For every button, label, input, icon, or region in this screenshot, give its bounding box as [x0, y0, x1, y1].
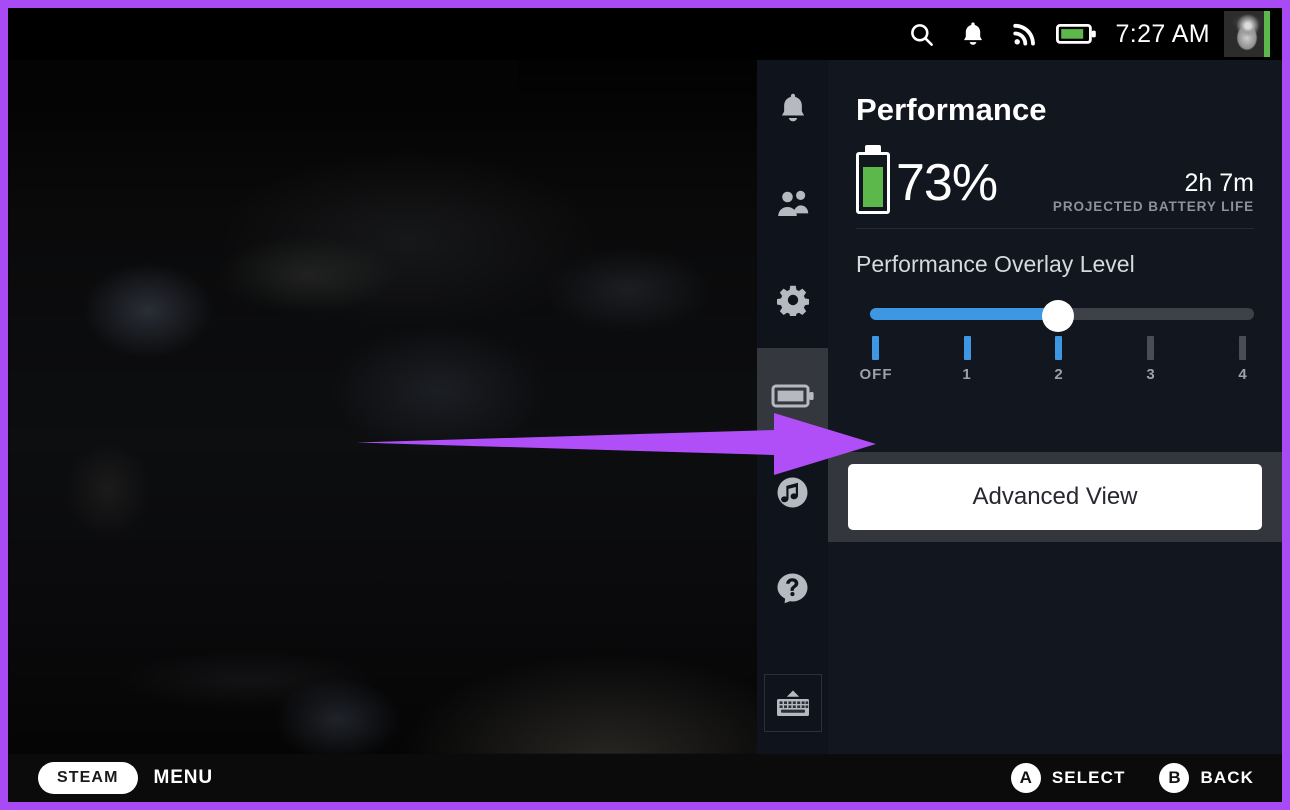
- projected-battery-label: PROJECTED BATTERY LIFE: [1052, 199, 1254, 214]
- sidebar-item-settings[interactable]: [757, 252, 828, 348]
- friends-icon: [777, 190, 808, 216]
- battery-performance-icon: [771, 384, 814, 408]
- sidebar-item-performance[interactable]: [757, 348, 828, 444]
- slider-tick-1: [964, 336, 971, 360]
- game-background-letterbox: [8, 60, 518, 98]
- notifications-bell-icon[interactable]: [947, 8, 999, 60]
- wifi-icon[interactable]: [999, 8, 1051, 60]
- hint-back-label: BACK: [1200, 768, 1254, 787]
- hint-select-label: SELECT: [1051, 768, 1126, 787]
- overlay-level-label: Performance Overlay Level: [856, 251, 1135, 277]
- sidebar-item-keyboard[interactable]: [763, 674, 822, 732]
- advanced-view-row: Advanced View: [828, 452, 1282, 542]
- advanced-view-button[interactable]: Advanced View: [848, 464, 1262, 530]
- hint-back: B BACK: [1159, 763, 1254, 793]
- avatar[interactable]: [1224, 11, 1270, 57]
- help-question-icon: [777, 573, 808, 603]
- music-note-icon: [777, 477, 808, 507]
- slider-label-off: OFF: [859, 366, 893, 383]
- projected-battery-group: 2h 7m PROJECTED BATTERY LIFE: [1052, 168, 1254, 214]
- overlay-level-slider[interactable]: OFF 1 2 3 4: [856, 300, 1254, 392]
- slider-label-1: 1: [962, 366, 972, 383]
- sidebar-item-notifications[interactable]: [757, 60, 828, 156]
- battery-icon[interactable]: [1051, 8, 1103, 60]
- slider-label-2: 2: [1054, 366, 1064, 383]
- sidebar-item-help[interactable]: [757, 540, 828, 636]
- page-title: Performance: [856, 92, 1047, 127]
- sidebar-item-friends[interactable]: [757, 156, 828, 252]
- slider-tick-4: [1239, 336, 1246, 360]
- sidebar-item-music[interactable]: [757, 444, 828, 540]
- gear-icon: [776, 285, 809, 316]
- performance-panel: Performance 73% 2h 7m PROJECTED BATTERY …: [828, 60, 1282, 754]
- search-icon[interactable]: [895, 8, 947, 60]
- steam-deck-screen: 7:27 AM Performance 73% 2h 7m PROJECTED …: [0, 0, 1290, 810]
- slider-label-3: 3: [1146, 366, 1156, 383]
- button-b-badge: B: [1159, 763, 1190, 793]
- battery-vertical-icon: [856, 152, 890, 214]
- hint-select: A SELECT: [1010, 763, 1126, 793]
- slider-tick-off: [872, 336, 879, 360]
- slider-label-4: 4: [1238, 366, 1248, 383]
- battery-percent: 73%: [896, 154, 998, 212]
- slider-tick-2: [1055, 336, 1062, 360]
- projected-battery-time: 2h 7m: [1184, 168, 1254, 197]
- battery-fill: [863, 166, 883, 207]
- quick-access-sidebar: [757, 60, 828, 754]
- battery-summary: 73% 2h 7m PROJECTED BATTERY LIFE: [856, 152, 1254, 229]
- menu-label: MENU: [153, 767, 214, 788]
- slider-fill: [870, 308, 1056, 320]
- screen-inner: 7:27 AM Performance 73% 2h 7m PROJECTED …: [8, 8, 1282, 802]
- steam-button[interactable]: STEAM: [38, 762, 138, 794]
- bell-icon: [781, 93, 804, 122]
- slider-thumb[interactable]: [1042, 300, 1074, 332]
- slider-tick-3: [1147, 336, 1154, 360]
- game-background: [8, 60, 773, 754]
- clock: 7:27 AM: [1115, 19, 1210, 48]
- keyboard-icon: [776, 690, 809, 716]
- avatar-status-indicator: [1264, 11, 1270, 57]
- button-a-badge: A: [1010, 763, 1041, 793]
- status-bar: 7:27 AM: [8, 8, 1282, 60]
- bottom-bar: STEAM MENU A SELECT B BACK: [8, 754, 1282, 802]
- battery-level-group: 73%: [856, 152, 998, 214]
